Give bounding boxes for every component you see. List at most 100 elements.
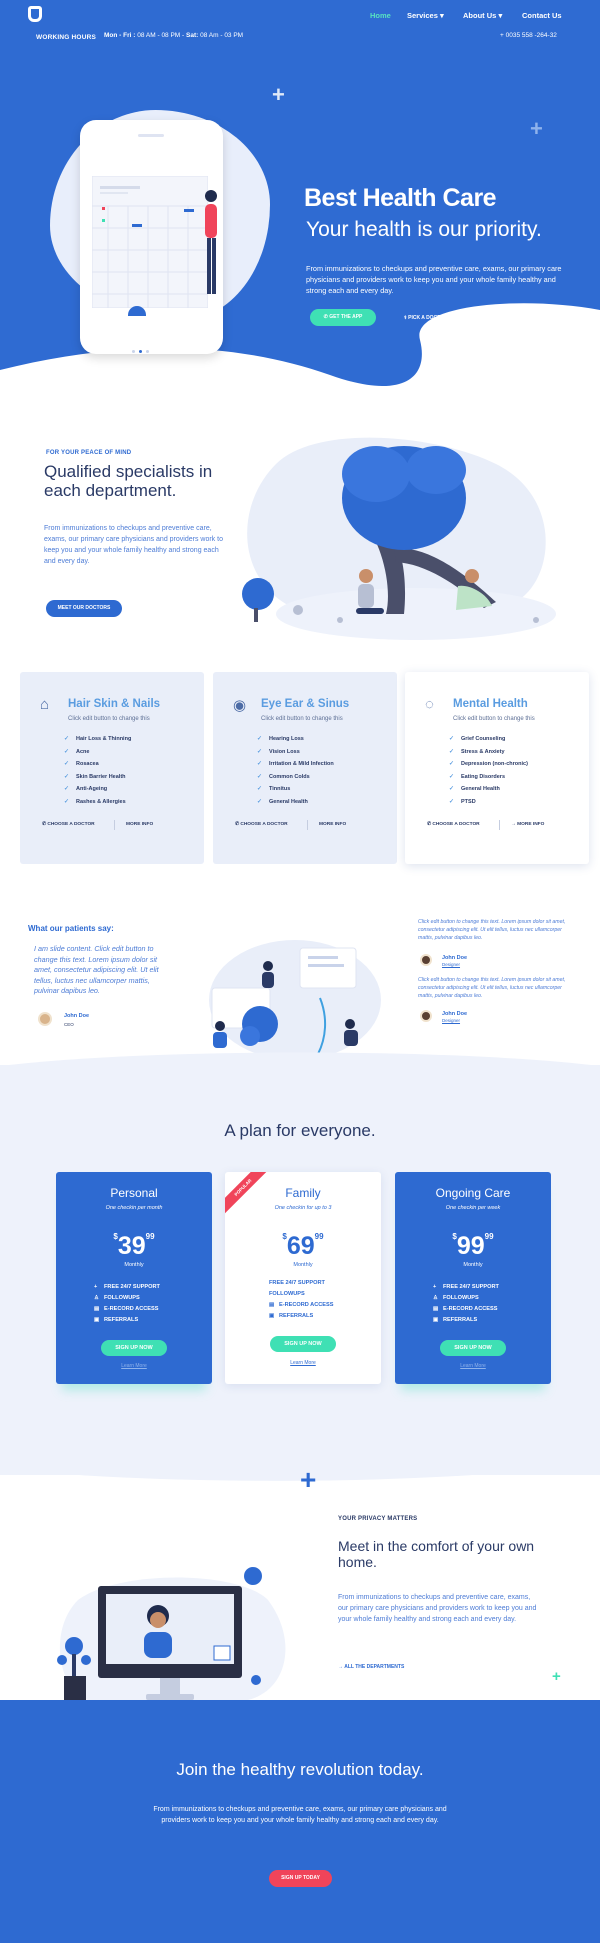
all-departments-label: ALL THE DEPARTMENTS xyxy=(344,1664,405,1670)
plan-features: + FREE 24/7 SUPPORT ♙ FOLLOWUPS ▤ E-RECORD … xyxy=(94,1284,160,1328)
service-card-hair-skin-nails[interactable]: ⌂ Hair Skin & Nails Click edit button to… xyxy=(20,672,204,864)
sign-up-button[interactable]: SIGN UP NOW xyxy=(440,1340,506,1356)
divider xyxy=(114,820,115,830)
list-item: ✓ Hair Loss & Thinning xyxy=(64,736,131,749)
pricing-wave-decoration xyxy=(0,1052,600,1078)
list-item: ✓ Stress & Anxiety xyxy=(449,749,528,762)
logo-icon[interactable] xyxy=(28,6,42,22)
feature-label: FOLLOWUPS xyxy=(104,1295,140,1301)
feature-label: FREE 24/7 SUPPORT xyxy=(104,1284,160,1290)
price-cents: 99 xyxy=(314,1232,324,1241)
plus-icon: + xyxy=(433,1284,437,1290)
specialists-text: From immunizations to checkups and preve… xyxy=(44,525,223,565)
sign-up-button[interactable]: SIGN UP NOW xyxy=(101,1340,167,1356)
plus-icon: + xyxy=(272,82,285,107)
choose-label: CHOOSE A DOCTOR xyxy=(47,822,95,827)
learn-more-link[interactable]: Learn More xyxy=(395,1363,551,1369)
service-card-mental-health[interactable]: ◌ Mental Health Click edit button to cha… xyxy=(405,672,589,864)
card-subtitle: Click edit button to change this xyxy=(261,716,343,722)
nav-services-label: Services xyxy=(407,11,438,20)
ambulance-icon: ▣ xyxy=(433,1317,439,1323)
hero-text: From immunizations to checkups and preve… xyxy=(306,264,562,295)
plan-price: $9999 xyxy=(395,1232,551,1261)
list-item: ▣ REFERRALS xyxy=(433,1317,499,1328)
plan-subtitle: One checkin per week xyxy=(445,1205,501,1211)
card-item-list: ✓ Hair Loss & Thinning ✓ Acne ✓ Rosacea ✓ Sk… xyxy=(64,736,131,811)
user-icon: ♙ xyxy=(94,1295,100,1301)
logo-text: WORKING HOURS xyxy=(36,34,97,41)
list-item: ▤ E-RECORD ACCESS xyxy=(433,1306,499,1317)
list-item-label: Rosacea xyxy=(76,761,99,767)
carousel-dots xyxy=(132,340,172,353)
list-item: ▣ REFERRALS xyxy=(94,1317,160,1328)
list-item-label: Grief Counseling xyxy=(461,736,506,742)
nav-home[interactable]: Home xyxy=(370,11,391,20)
learn-more-link[interactable]: Learn More xyxy=(56,1363,212,1369)
check-icon: ✓ xyxy=(257,748,263,755)
calendar-illustration xyxy=(92,176,208,308)
user-icon: ♙ xyxy=(433,1295,439,1301)
check-icon: ✓ xyxy=(257,736,263,742)
feature-label: E-RECORD ACCESS xyxy=(104,1306,159,1312)
list-item: ✓ General Health xyxy=(449,786,528,799)
feature-label: FOLLOWUPS xyxy=(269,1291,305,1297)
meet-our-doctors-button[interactable]: MEET OUR DOCTORS xyxy=(46,600,122,617)
check-icon: ✓ xyxy=(257,798,263,805)
list-item: ✓ Vision Loss xyxy=(257,749,334,762)
sign-up-today-button[interactable]: SIGN UP TODAY xyxy=(269,1870,332,1887)
list-item-label: Depression (non-chronic) xyxy=(461,761,528,767)
nav-services[interactable]: Services ▾ xyxy=(407,11,444,20)
video-call-illustration xyxy=(57,1567,286,1700)
list-item-label: Vision Loss xyxy=(269,748,300,755)
get-the-app-button[interactable]: ✆ GET THE APP xyxy=(310,309,376,326)
avatar xyxy=(420,954,432,966)
check-icon: ✓ xyxy=(64,761,70,767)
chevron-down-icon: ▾ xyxy=(498,11,503,20)
all-departments-link[interactable]: → ALL THE DEPARTMENTS xyxy=(338,1664,404,1670)
choose-label: CHOOSE A DOCTOR xyxy=(240,822,288,827)
working-hours: Mon - Fri : 08 AM - 08 PM - Sat: 08 Am -… xyxy=(104,32,244,39)
check-icon: ✓ xyxy=(449,736,455,742)
phone-icon: ✆ xyxy=(42,822,47,827)
pick-a-doctor-button[interactable]: ⚕ PICK A DOCTOR xyxy=(404,315,448,321)
more-info-label: MORE INFO xyxy=(517,822,545,827)
price-value: 99 xyxy=(456,1232,485,1260)
specialists-kicker: FOR YOUR PEACE OF MIND xyxy=(46,450,132,456)
main-testimonial-quote: I am slide content. Click edit button to… xyxy=(34,944,159,995)
list-item: ✓ Tinnitus xyxy=(257,786,334,799)
check-icon: ✓ xyxy=(64,736,70,742)
testimonial-role: Designer xyxy=(442,1018,461,1023)
doctor-icon: ⚕ xyxy=(404,315,407,321)
more-info-link[interactable]: MORE INFO xyxy=(319,822,346,827)
card-title: Eye Ear & Sinus xyxy=(261,698,350,710)
list-item-label: Stress & Anxiety xyxy=(461,748,505,755)
document-icon: ▤ xyxy=(269,1302,275,1308)
hours-value-saturday: 08 Am - 03 PM xyxy=(200,32,244,39)
nav-about-us[interactable]: About Us ▾ xyxy=(463,11,502,20)
nav-contact-us[interactable]: Contact Us xyxy=(522,11,562,20)
plan-name: Ongoing Care xyxy=(435,1186,511,1200)
pricing-heading: A plan for everyone. xyxy=(224,1121,376,1140)
service-card-eye-ear-sinus[interactable]: ◉ Eye Ear & Sinus Click edit button to c… xyxy=(213,672,397,864)
plan-period: Monthly xyxy=(293,1262,313,1268)
check-icon: ✓ xyxy=(449,786,455,792)
privacy-title: Meet in the comfort of your own home. xyxy=(338,1538,535,1570)
check-icon: ✓ xyxy=(257,773,263,780)
list-item-label: General Health xyxy=(461,786,500,792)
avatar xyxy=(38,1012,52,1026)
divider xyxy=(499,820,500,830)
ambulance-icon: ▣ xyxy=(269,1313,275,1319)
learn-more-link[interactable]: Learn More xyxy=(225,1360,381,1366)
specialists-illustration xyxy=(242,437,556,640)
list-item-label: General Health xyxy=(269,798,308,805)
price-value: 39 xyxy=(117,1232,146,1260)
choose-a-doctor-link[interactable]: ✆ CHOOSE A DOCTOR xyxy=(427,822,480,827)
choose-a-doctor-link[interactable]: ✆ CHOOSE A DOCTOR xyxy=(42,822,95,827)
choose-a-doctor-link[interactable]: ✆ CHOOSE A DOCTOR xyxy=(235,822,288,827)
more-info-link[interactable]: MORE INFO xyxy=(126,822,153,827)
cta-title: Join the healthy revolution today. xyxy=(176,1760,424,1779)
check-icon: ✓ xyxy=(64,798,70,805)
more-info-link[interactable]: → MORE INFO xyxy=(511,822,544,827)
sign-up-button[interactable]: SIGN UP NOW xyxy=(270,1336,336,1352)
arrow-right-icon: → xyxy=(511,822,516,827)
